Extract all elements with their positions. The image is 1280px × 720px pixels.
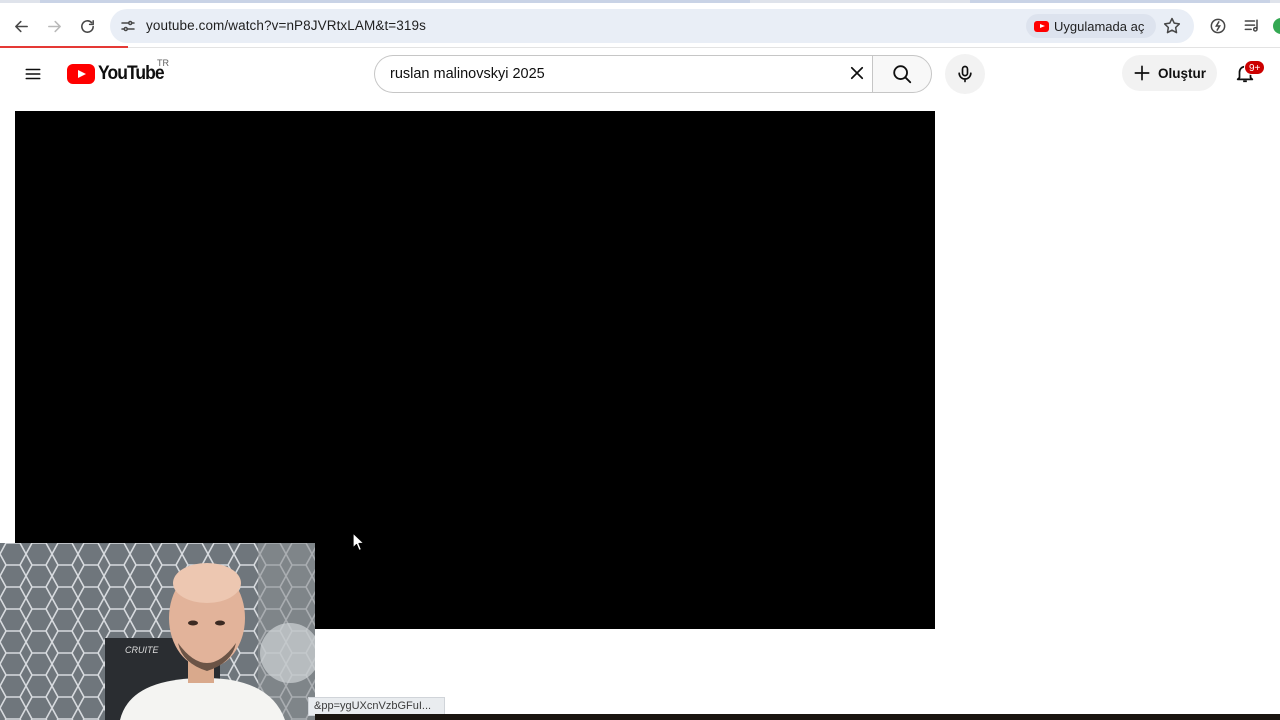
tune-icon[interactable] — [119, 17, 137, 35]
profile-avatar[interactable] — [1273, 18, 1280, 34]
create-label: Oluştur — [1158, 65, 1207, 81]
microphone-icon — [958, 65, 972, 83]
open-in-app-button[interactable]: Uygulamada aç — [1026, 14, 1157, 38]
mouse-cursor-icon — [352, 532, 365, 552]
logo-wordmark: YouTube — [98, 63, 165, 84]
youtube-masthead: YouTube TR ruslan malinovskyi 2025 Oluşt… — [0, 48, 1280, 100]
voice-search-button[interactable] — [945, 54, 985, 94]
guide-menu-button[interactable] — [18, 59, 48, 89]
search-query-text[interactable]: ruslan malinovskyi 2025 — [390, 66, 545, 82]
create-button[interactable]: Oluştur — [1122, 55, 1217, 91]
reload-icon — [80, 19, 94, 33]
star-icon[interactable] — [1162, 16, 1182, 36]
extension-icon[interactable] — [1208, 16, 1228, 36]
svg-text:CRUITE: CRUITE — [125, 645, 159, 655]
youtube-logo[interactable]: YouTube TR — [67, 58, 169, 85]
browser-toolbar: youtube.com/watch?v=nP8JVRtxLAM&t=319s U… — [0, 3, 1280, 47]
search-icon — [893, 65, 912, 84]
url-text[interactable]: youtube.com/watch?v=nP8JVRtxLAM&t=319s — [146, 18, 426, 33]
page-bottom-strip — [315, 714, 1280, 720]
reload-button[interactable] — [73, 12, 101, 40]
back-button[interactable] — [7, 12, 35, 40]
clear-search-button[interactable] — [843, 59, 871, 87]
forward-button[interactable] — [40, 12, 68, 40]
plus-icon — [1134, 65, 1150, 81]
youtube-app-icon — [1034, 20, 1049, 32]
open-in-app-label: Uygulamada aç — [1054, 18, 1145, 34]
address-bar[interactable]: youtube.com/watch?v=nP8JVRtxLAM&t=319s U… — [110, 9, 1194, 43]
arrow-right-icon — [47, 20, 61, 32]
hamburger-icon — [25, 68, 41, 80]
country-code: TR — [157, 58, 169, 68]
arrow-left-icon — [14, 20, 28, 32]
notification-count-badge: 9+ — [1244, 60, 1266, 75]
youtube-play-icon — [67, 64, 95, 84]
webcam-image: CRUITE — [0, 543, 315, 720]
search-input[interactable]: ruslan malinovskyi 2025 — [374, 55, 873, 93]
close-icon — [850, 66, 864, 80]
search-button[interactable] — [872, 55, 932, 93]
webcam-overlay: CRUITE — [0, 543, 315, 720]
media-controls-icon[interactable] — [1242, 16, 1262, 36]
